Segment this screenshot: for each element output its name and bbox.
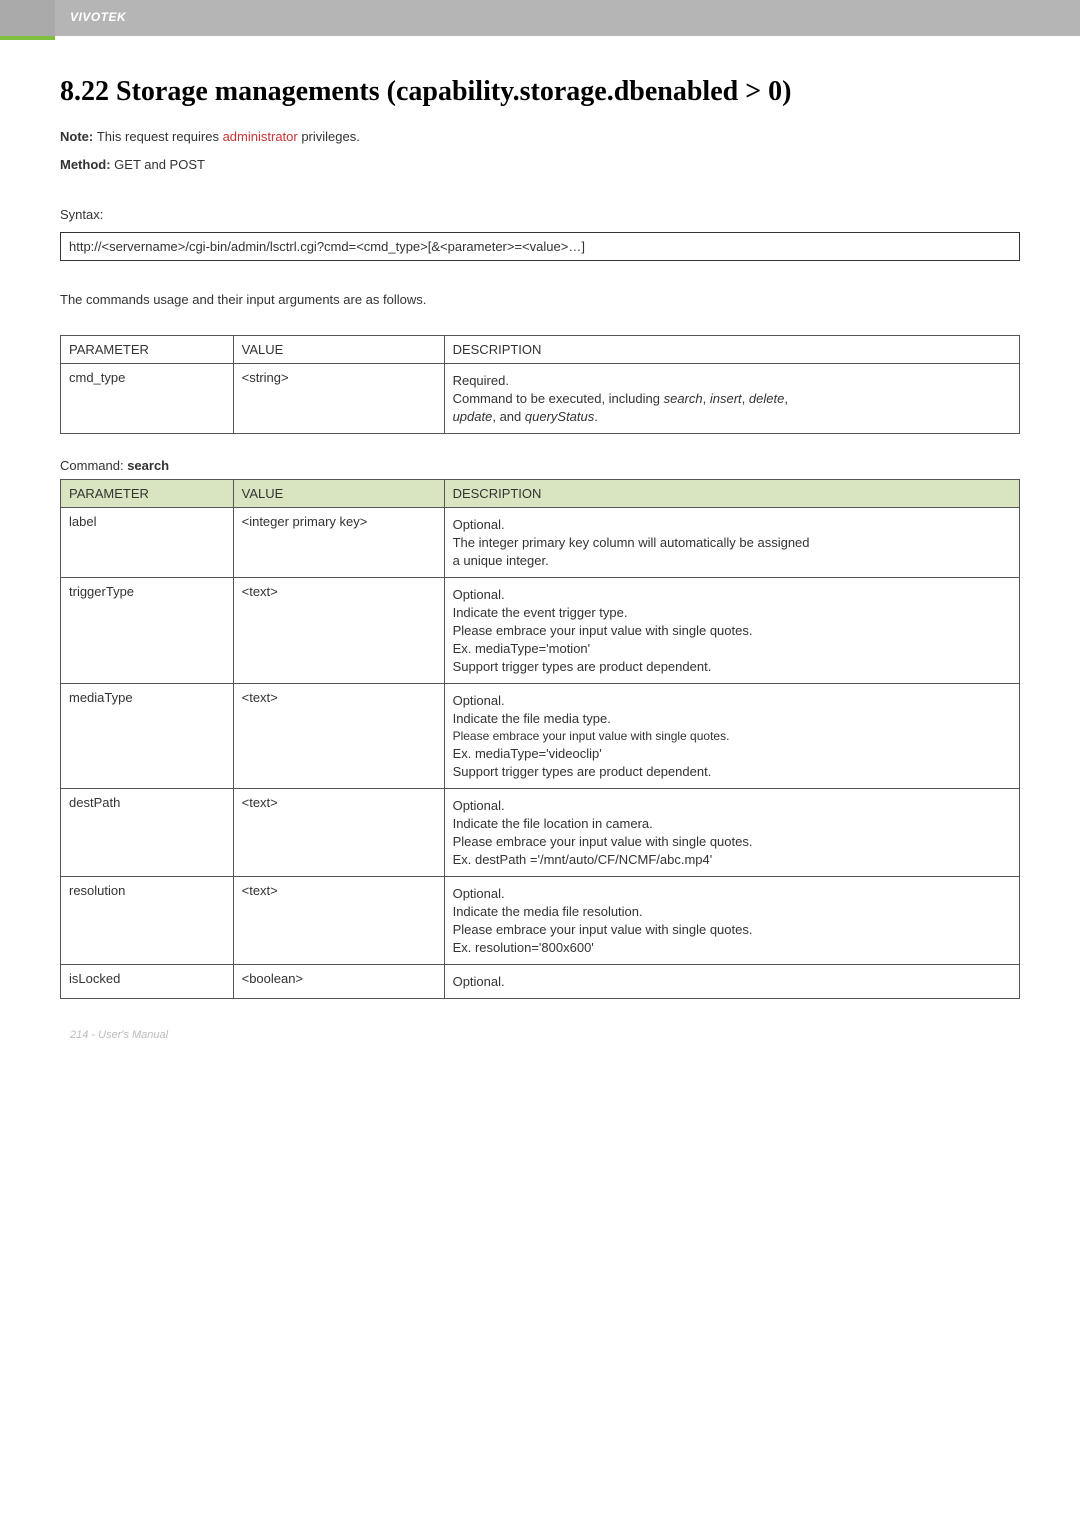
method-line: Method: GET and POST <box>60 154 1020 176</box>
desc-line: The integer primary key column will auto… <box>453 535 1011 550</box>
cell-param: destPath <box>61 789 234 877</box>
table-row: isLocked<boolean> Optional. <box>61 965 1020 999</box>
note-prefix: Note: <box>60 129 97 144</box>
desc-line: Please embrace your input value with sin… <box>453 729 1011 743</box>
desc-line: Ex. destPath ='/mnt/auto/CF/NCMF/abc.mp4… <box>453 852 1011 867</box>
table-row: mediaType<text> Optional. Indicate the fil… <box>61 684 1020 789</box>
cell-desc: Optional. The integer primary key column … <box>444 508 1019 578</box>
cell-value: <text> <box>233 789 444 877</box>
note-after: privileges. <box>298 129 360 144</box>
syntax-label: Syntax: <box>60 204 1020 226</box>
desc-line: a unique integer. <box>453 553 1011 568</box>
cell-desc: Optional. Indicate the file media type. Pl… <box>444 684 1019 789</box>
table-row: cmd_type <string> Required. Command to b… <box>61 364 1020 434</box>
desc-line: update, and queryStatus. <box>453 409 1011 424</box>
cell-desc: Optional. Indicate the media file resolut… <box>444 877 1019 965</box>
cell-param: cmd_type <box>61 364 234 434</box>
col-parameter: PARAMETER <box>61 336 234 364</box>
table-header-row: PARAMETER VALUE DESCRIPTION <box>61 336 1020 364</box>
cell-param: isLocked <box>61 965 234 999</box>
col-value: VALUE <box>233 480 444 508</box>
cell-param: triggerType <box>61 578 234 684</box>
desc-line: Optional. <box>453 798 1011 813</box>
desc-line: Command to be executed, including search… <box>453 391 1011 406</box>
cell-value: <text> <box>233 684 444 789</box>
desc-line: Optional. <box>453 587 1011 602</box>
desc-line: Indicate the file location in camera. <box>453 816 1011 831</box>
desc-line: Indicate the file media type. <box>453 711 1011 726</box>
desc-line: Optional. <box>453 974 1011 989</box>
accent-line <box>0 36 55 40</box>
desc-line: Please embrace your input value with sin… <box>453 834 1011 849</box>
cell-value: <boolean> <box>233 965 444 999</box>
cell-value: <text> <box>233 877 444 965</box>
desc-line: Support trigger types are product depend… <box>453 659 1011 674</box>
desc-line: Optional. <box>453 517 1011 532</box>
cell-value: <integer primary key> <box>233 508 444 578</box>
desc-line: Support trigger types are product depend… <box>453 764 1011 779</box>
note-before: This request requires <box>97 129 223 144</box>
table-header-row: PARAMETER VALUE DESCRIPTION <box>61 480 1020 508</box>
command-name: search <box>127 458 169 473</box>
page-content: 8.22 Storage managements (capability.sto… <box>0 76 1080 999</box>
cmd-type-table: PARAMETER VALUE DESCRIPTION cmd_type <st… <box>60 335 1020 434</box>
note-admin: administrator <box>223 129 298 144</box>
syntax-box: http://<servername>/cgi-bin/admin/lsctrl… <box>60 232 1020 261</box>
cell-desc: Optional. <box>444 965 1019 999</box>
table-row: resolution<text> Optional. Indicate the me… <box>61 877 1020 965</box>
cell-desc: Optional. Indicate the event trigger type… <box>444 578 1019 684</box>
desc-line: Please embrace your input value with sin… <box>453 623 1011 638</box>
command-label: Command: search <box>60 458 1020 473</box>
desc-line: Optional. <box>453 693 1011 708</box>
top-bar: VIVOTEK <box>0 0 1080 36</box>
page-footer: 214 - User's Manual <box>0 1029 1080 1061</box>
col-value: VALUE <box>233 336 444 364</box>
cell-value: <string> <box>233 364 444 434</box>
cell-desc: Optional. Indicate the file location in c… <box>444 789 1019 877</box>
table-row: triggerType<text> Optional. Indicate the e… <box>61 578 1020 684</box>
cell-param: mediaType <box>61 684 234 789</box>
desc-line: Indicate the media file resolution. <box>453 904 1011 919</box>
table-row: destPath<text> Optional. Indicate the file… <box>61 789 1020 877</box>
desc-line: Please embrace your input value with sin… <box>453 922 1011 937</box>
desc-line: Required. <box>453 373 1011 388</box>
desc-line: Optional. <box>453 886 1011 901</box>
col-description: DESCRIPTION <box>444 336 1019 364</box>
note-line: Note: This request requires administrato… <box>60 126 1020 148</box>
desc-line: Ex. mediaType='motion' <box>453 641 1011 656</box>
method-label: Method: <box>60 157 114 172</box>
desc-line: Ex. mediaType='videoclip' <box>453 746 1011 761</box>
command-prefix: Command: <box>60 458 127 473</box>
desc-line: Ex. resolution='800x600' <box>453 940 1011 955</box>
table-row: label<integer primary key> Optional. The i… <box>61 508 1020 578</box>
col-parameter: PARAMETER <box>61 480 234 508</box>
brand-label: VIVOTEK <box>0 0 1080 24</box>
cell-value: <text> <box>233 578 444 684</box>
commands-intro: The commands usage and their input argum… <box>60 289 1020 311</box>
page-title: 8.22 Storage managements (capability.sto… <box>60 76 1020 108</box>
desc-line: Indicate the event trigger type. <box>453 605 1011 620</box>
cell-param: resolution <box>61 877 234 965</box>
cell-param: label <box>61 508 234 578</box>
method-text: GET and POST <box>114 157 205 172</box>
search-table: PARAMETER VALUE DESCRIPTION label<intege… <box>60 479 1020 999</box>
cell-desc: Required. Command to be executed, includ… <box>444 364 1019 434</box>
col-description: DESCRIPTION <box>444 480 1019 508</box>
